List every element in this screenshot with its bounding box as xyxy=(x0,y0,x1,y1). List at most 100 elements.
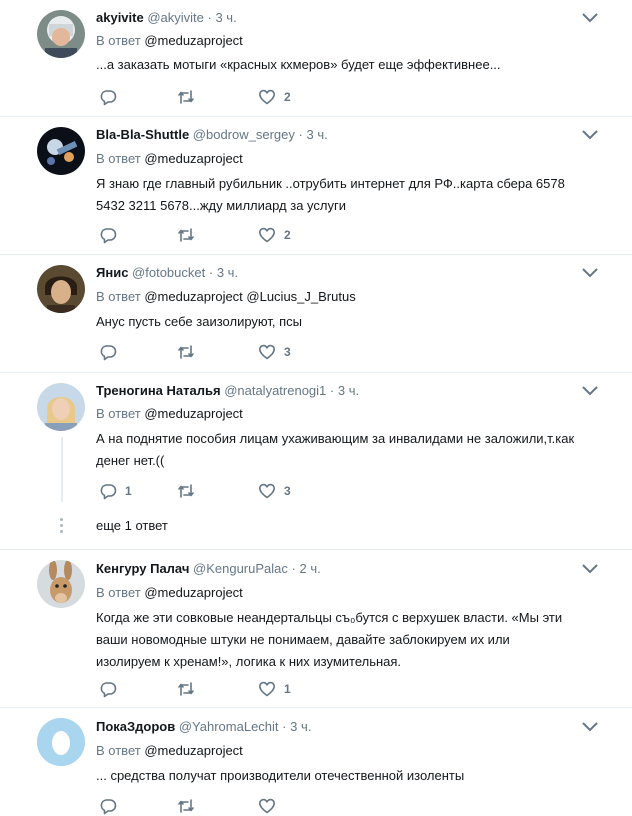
like-button[interactable] xyxy=(258,796,276,816)
tweet-header: akyivite @akyivite · 3 ч. xyxy=(96,10,237,26)
timestamp[interactable]: 3 ч. xyxy=(290,719,311,734)
retweet-icon xyxy=(178,345,194,359)
display-name[interactable]: Bla-Bla-Shuttle xyxy=(96,127,189,142)
reply-prefix: В ответ xyxy=(96,406,141,421)
show-more-replies-link[interactable]: еще 1 ответ xyxy=(96,518,168,533)
user-handle[interactable]: @akyivite xyxy=(147,10,204,25)
chevron-down-icon[interactable] xyxy=(582,386,598,396)
user-handle[interactable]: @YahromaLechit xyxy=(179,719,279,734)
mention-link[interactable]: @meduzaproject @Lucius_J_Brutus xyxy=(144,289,355,304)
timestamp[interactable]: 3 ч. xyxy=(215,10,236,25)
user-handle[interactable]: @fotobucket xyxy=(132,265,205,280)
tweet-text: Я знаю где главный рубильник ..отрубить … xyxy=(96,176,565,213)
chevron-down-icon[interactable] xyxy=(582,268,598,278)
retweet-button[interactable] xyxy=(177,481,203,501)
tweet[interactable]: Bla-Bla-Shuttle @bodrow_sergey · 3 ч. В … xyxy=(0,117,632,255)
tweet[interactable]: Янис @fotobucket · 3 ч. В ответ @meduzap… xyxy=(0,255,632,373)
mention-link[interactable]: @meduzaproject xyxy=(144,151,242,166)
separator: · xyxy=(329,383,335,398)
tweet-header: Кенгуру Палач @KenguruPalac · 2 ч. xyxy=(96,561,321,577)
separator: · xyxy=(207,10,212,25)
heart-icon xyxy=(259,344,275,360)
avatar[interactable] xyxy=(37,127,85,175)
tweet-text: ...а заказать мотыги «красных кхмеров» б… xyxy=(96,57,501,72)
heart-icon xyxy=(259,798,275,814)
reply-context: В ответ @meduzaproject xyxy=(96,406,243,422)
mention-link[interactable]: @meduzaproject xyxy=(144,585,242,600)
chevron-down-icon[interactable] xyxy=(582,564,598,574)
like-button[interactable]: 3 xyxy=(258,342,291,362)
reply-context: В ответ @meduzaproject xyxy=(96,151,243,167)
reply-icon xyxy=(100,682,117,698)
reply-context: В ответ @meduzaproject xyxy=(96,33,243,49)
avatar[interactable] xyxy=(37,560,85,608)
separator: · xyxy=(282,719,287,734)
mention-link[interactable]: @meduzaproject xyxy=(144,743,242,758)
tweet-text: Когда же эти совковые неандертальцы съ₀б… xyxy=(96,610,563,669)
reply-context: В ответ @meduzaproject xyxy=(96,585,243,601)
retweet-button[interactable] xyxy=(177,679,203,699)
display-name[interactable]: Треногина Наталья xyxy=(96,383,221,398)
reply-button[interactable] xyxy=(99,679,125,699)
tweet[interactable]: Кенгуру Палач @KenguruPalac · 2 ч. В отв… xyxy=(0,550,632,708)
tweet-text: ... средства получат производители отече… xyxy=(96,768,465,783)
reply-prefix: В ответ xyxy=(96,33,141,48)
timestamp[interactable]: 3 ч. xyxy=(306,127,327,142)
avatar[interactable] xyxy=(37,718,85,766)
user-handle[interactable]: @KenguruPalac xyxy=(193,561,288,576)
like-count: 3 xyxy=(284,484,291,498)
like-button[interactable]: 2 xyxy=(258,225,291,245)
display-name[interactable]: akyivite xyxy=(96,10,144,25)
reply-button[interactable]: 1 xyxy=(99,481,132,501)
retweet-icon xyxy=(178,90,194,104)
retweet-button[interactable] xyxy=(177,87,203,107)
reply-prefix: В ответ xyxy=(96,151,141,166)
reply-icon xyxy=(100,799,117,815)
timestamp[interactable]: 3 ч. xyxy=(338,383,359,398)
retweet-icon xyxy=(178,799,194,813)
display-name[interactable]: ПокаЗдоров xyxy=(96,719,175,734)
display-name[interactable]: Янис xyxy=(96,265,128,280)
like-button[interactable]: 1 xyxy=(258,679,291,699)
reply-icon xyxy=(100,228,117,244)
like-count: 2 xyxy=(284,228,291,242)
reply-icon xyxy=(100,484,117,500)
retweet-button[interactable] xyxy=(177,796,195,816)
chevron-down-icon[interactable] xyxy=(582,13,598,23)
reply-context: В ответ @meduzaproject @Lucius_J_Brutus xyxy=(96,289,356,305)
like-button[interactable]: 2 xyxy=(258,87,291,107)
chevron-down-icon[interactable] xyxy=(582,130,598,140)
retweet-icon xyxy=(178,484,194,498)
retweet-button[interactable] xyxy=(177,225,203,245)
timestamp[interactable]: 2 ч. xyxy=(299,561,320,576)
reply-button[interactable] xyxy=(99,225,125,245)
tweet-header: ПокаЗдоров @YahromaLechit · 3 ч. xyxy=(96,719,311,735)
avatar[interactable] xyxy=(37,10,85,58)
timestamp[interactable]: 3 ч. xyxy=(217,265,238,280)
tweet-header: Янис @fotobucket · 3 ч. xyxy=(96,265,238,281)
tweet[interactable]: akyivite @akyivite · 3 ч. В ответ @meduz… xyxy=(0,0,632,117)
like-count: 1 xyxy=(284,682,291,696)
reply-button[interactable] xyxy=(99,796,117,816)
avatar[interactable] xyxy=(37,383,85,431)
chevron-down-icon[interactable] xyxy=(582,722,598,732)
reply-prefix: В ответ xyxy=(96,289,141,304)
reply-context: В ответ @meduzaproject xyxy=(96,743,243,759)
tweet[interactable]: Треногина Наталья @natalyatrenogi1 · 3 ч… xyxy=(0,373,632,550)
reply-button[interactable] xyxy=(99,342,125,362)
avatar[interactable] xyxy=(37,265,85,313)
tweet-text: А на поднятие пособия лицам ухаживающим … xyxy=(96,431,575,468)
heart-icon xyxy=(259,89,275,105)
mention-link[interactable]: @meduzaproject xyxy=(144,33,242,48)
like-button[interactable]: 3 xyxy=(258,481,291,501)
reply-icon xyxy=(100,345,117,361)
separator: · xyxy=(208,265,214,280)
reply-button[interactable] xyxy=(99,87,125,107)
tweet-header: Треногина Наталья @natalyatrenogi1 · 3 ч… xyxy=(96,383,359,399)
tweet[interactable]: ПокаЗдоров @YahromaLechit · 3 ч. В ответ… xyxy=(0,708,632,815)
display-name[interactable]: Кенгуру Палач xyxy=(96,561,189,576)
mention-link[interactable]: @meduzaproject xyxy=(144,406,242,421)
user-handle[interactable]: @natalyatrenogi1 xyxy=(224,383,326,398)
user-handle[interactable]: @bodrow_sergey xyxy=(193,127,295,142)
retweet-button[interactable] xyxy=(177,342,203,362)
